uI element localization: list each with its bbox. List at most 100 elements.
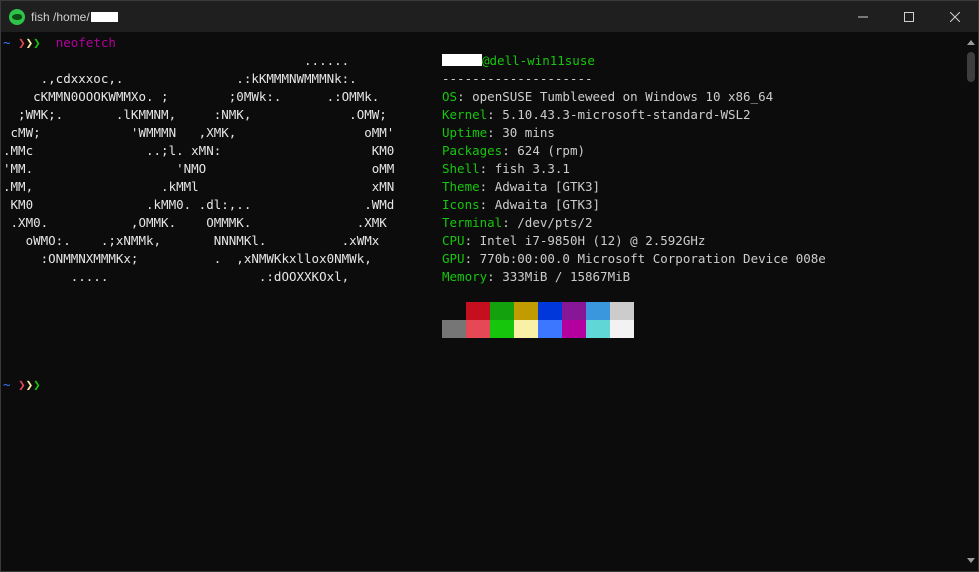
- terminal-tab[interactable]: fish /home/: [1, 1, 118, 32]
- scroll-thumb[interactable]: [967, 52, 975, 82]
- info-key: Terminal: [442, 215, 503, 230]
- color-swatch: [490, 320, 514, 338]
- title-bar[interactable]: fish /home/: [1, 1, 978, 32]
- logo-line: .MMc ..;l. xMN: KM0: [3, 143, 395, 158]
- info-value: /dev/pts/2: [517, 215, 593, 230]
- window-controls: [840, 1, 978, 32]
- info-colon: :: [464, 251, 480, 266]
- prompt-arrow: ❯: [33, 377, 41, 392]
- info-line: Icons: Adwaita [GTK3]: [442, 196, 600, 214]
- info-value: fish 3.3.1: [494, 161, 570, 176]
- user-host-line: @dell-win11suse: [442, 52, 595, 70]
- color-swatch: [538, 302, 562, 320]
- info-line: OS: openSUSE Tumbleweed on Windows 10 x8…: [442, 88, 773, 106]
- maximize-icon: [904, 11, 914, 22]
- info-colon: :: [502, 143, 518, 158]
- info-colon: :: [479, 197, 495, 212]
- info-key: Uptime: [442, 125, 488, 140]
- color-swatch: [562, 302, 586, 320]
- color-swatch: [514, 320, 538, 338]
- info-key: Theme: [442, 179, 480, 194]
- info-key: OS: [442, 89, 458, 104]
- info-line: Shell: fish 3.3.1: [442, 160, 570, 178]
- tab-title: fish /home/: [31, 10, 118, 24]
- info-value: 5.10.43.3-microsoft-standard-WSL2: [502, 107, 751, 122]
- info-key: Packages: [442, 143, 503, 158]
- info-value: Adwaita [GTK3]: [494, 179, 601, 194]
- info-colon: :: [487, 269, 503, 284]
- palette-row: [442, 302, 634, 320]
- tab-title-text: fish /home/: [31, 9, 90, 24]
- color-swatch: [466, 320, 490, 338]
- prompt-tilde: ~: [3, 377, 11, 392]
- info-key: Kernel: [442, 107, 488, 122]
- info-value: 624 (rpm): [517, 143, 586, 158]
- info-key: GPU: [442, 251, 465, 266]
- terminal-output[interactable]: ~ ❯❯❯ neofetch ...... .,cdxxxoc,. .:kKMM…: [1, 32, 965, 571]
- info-key: Icons: [442, 197, 480, 212]
- logo-line: :ONMMNXMMMKx; . ,xNMWKkxllox0NMWk,: [3, 251, 372, 266]
- minimize-icon: [858, 16, 868, 17]
- scroll-up-icon[interactable]: [967, 40, 975, 45]
- info-line: GPU: 770b:00:00.0 Microsoft Corporation …: [442, 250, 826, 268]
- color-swatch: [562, 320, 586, 338]
- logo-line: .,cdxxxoc,. .:kKMMMNWMMMNk:.: [3, 71, 357, 86]
- logo-line: KM0 .kMM0. .dl:,.. .WMd: [3, 197, 395, 212]
- redacted-username: [442, 54, 482, 66]
- logo-line: ..... .:dOOXXKOxl,: [3, 269, 350, 284]
- color-swatch: [610, 320, 634, 338]
- color-swatch: [442, 320, 466, 338]
- info-colon: :: [457, 89, 473, 104]
- close-icon: [950, 11, 960, 22]
- info-colon: :: [487, 107, 503, 122]
- scrollbar[interactable]: [964, 32, 978, 571]
- prompt-tilde: ~: [3, 35, 11, 50]
- logo-line: oWMO:. .;xNMMk, NNNMKl. .xWMx: [3, 233, 380, 248]
- info-colon: :: [479, 179, 495, 194]
- info-colon: :: [502, 215, 518, 230]
- info-line: Theme: Adwaita [GTK3]: [442, 178, 600, 196]
- color-swatch: [610, 302, 634, 320]
- maximize-button[interactable]: [886, 1, 932, 32]
- info-value: 770b:00:00.0 Microsoft Corporation Devic…: [479, 251, 826, 266]
- info-line: Kernel: 5.10.43.3-microsoft-standard-WSL…: [442, 106, 751, 124]
- minimize-button[interactable]: [840, 1, 886, 32]
- prompt-line: ~ ❯❯❯: [3, 376, 41, 394]
- color-swatch: [514, 302, 538, 320]
- info-colon: :: [479, 161, 495, 176]
- close-button[interactable]: [932, 1, 978, 32]
- logo-line: cKMMN0OOOKWMMXo. ; ;0MWk:. .:OMMk.: [3, 89, 380, 104]
- fish-shell-icon: [9, 8, 25, 25]
- palette-row: [442, 320, 634, 338]
- prompt-arrow: ❯: [33, 35, 41, 50]
- info-colon: :: [487, 125, 503, 140]
- info-line: Uptime: 30 mins: [442, 124, 555, 142]
- info-value: Adwaita [GTK3]: [494, 197, 601, 212]
- logo-line: .XM0. ,OMMK. OMMMK. .XMK: [3, 215, 387, 230]
- command-text: neofetch: [55, 35, 116, 50]
- logo-line: cMW; 'WMMMN ,XMK, oMM': [3, 125, 395, 140]
- color-swatch: [466, 302, 490, 320]
- info-key: CPU: [442, 233, 465, 248]
- color-swatch: [490, 302, 514, 320]
- info-key: Memory: [442, 269, 488, 284]
- info-value: openSUSE Tumbleweed on Windows 10 x86_64: [472, 89, 774, 104]
- prompt-arrow: ❯: [25, 377, 34, 392]
- prompt-arrow: ❯: [18, 35, 26, 50]
- info-line: Terminal: /dev/pts/2: [442, 214, 593, 232]
- color-swatch: [586, 302, 610, 320]
- info-value: Intel i7-9850H (12) @ 2.592GHz: [479, 233, 706, 248]
- logo-line: ;WMK;. .lKMMNM, :NMK, .OMW;: [3, 107, 387, 122]
- color-swatch: [442, 302, 466, 320]
- color-palette: [442, 302, 634, 338]
- info-line: CPU: Intel i7-9850H (12) @ 2.592GHz: [442, 232, 705, 250]
- scroll-down-icon[interactable]: [967, 558, 975, 563]
- separator-line: --------------------: [442, 71, 593, 86]
- hostname: @dell-win11suse: [482, 53, 595, 68]
- info-line: Memory: 333MiB / 15867MiB: [442, 268, 630, 286]
- redacted-username: [90, 11, 118, 22]
- color-swatch: [586, 320, 610, 338]
- prompt-arrow: ❯: [25, 35, 34, 50]
- prompt-arrow: ❯: [18, 377, 26, 392]
- info-value: 333MiB / 15867MiB: [502, 269, 631, 284]
